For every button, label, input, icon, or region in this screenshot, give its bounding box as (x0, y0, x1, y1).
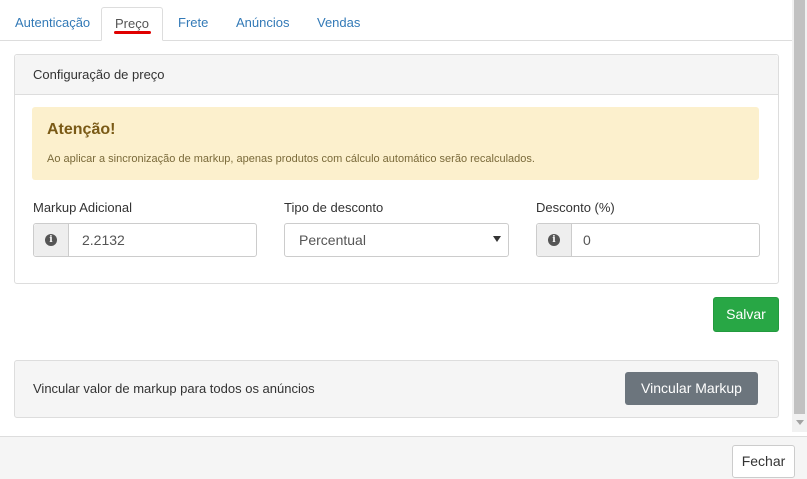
markup-label: Markup Adicional (33, 200, 132, 215)
close-button[interactable]: Fechar (732, 445, 795, 478)
scroll-down-icon[interactable] (796, 420, 804, 425)
scrollbar-thumb[interactable] (794, 0, 805, 414)
tab-bar: Autenticação Preço Frete Anúncios Vendas (0, 0, 792, 41)
alert-title: Atenção! (47, 121, 116, 138)
tab-frete[interactable]: Frete (178, 7, 208, 39)
markup-link-panel: Vincular valor de markup para todos os a… (14, 360, 779, 418)
vertical-scrollbar[interactable] (792, 0, 807, 432)
markup-addon: i (34, 224, 69, 256)
markup-input-group[interactable]: i 2.2132 (33, 223, 257, 257)
modal-footer: Fechar (0, 436, 807, 479)
price-config-panel: Configuração de preço Atenção! Ao aplica… (14, 54, 779, 284)
markup-link-text: Vincular valor de markup para todos os a… (33, 381, 315, 396)
tab-anuncios[interactable]: Anúncios (236, 7, 289, 39)
alert-text: Ao aplicar a sincronização de markup, ap… (47, 153, 535, 165)
discount-type-value: Percentual (299, 232, 366, 248)
active-tab-underline (114, 31, 151, 34)
tab-autenticacao[interactable]: Autenticação (15, 7, 90, 39)
discount-input-group[interactable]: i 0 (536, 223, 760, 257)
panel-heading: Configuração de preço (15, 55, 778, 95)
discount-addon: i (537, 224, 572, 256)
tab-preco-label: Preço (115, 16, 149, 31)
discount-label: Desconto (%) (536, 200, 615, 215)
warning-alert: Atenção! Ao aplicar a sincronização de m… (32, 107, 759, 180)
discount-input[interactable]: 0 (583, 224, 591, 256)
info-icon: i (548, 234, 560, 246)
link-markup-button[interactable]: Vincular Markup (625, 372, 758, 405)
tab-vendas[interactable]: Vendas (317, 7, 360, 39)
tab-preco[interactable]: Preço (101, 7, 163, 41)
discount-type-select[interactable]: Percentual (284, 223, 509, 257)
markup-input[interactable]: 2.2132 (82, 224, 125, 256)
discount-type-label: Tipo de desconto (284, 200, 384, 215)
info-icon: i (45, 234, 57, 246)
chevron-down-icon (493, 236, 501, 242)
save-button[interactable]: Salvar (713, 297, 779, 332)
